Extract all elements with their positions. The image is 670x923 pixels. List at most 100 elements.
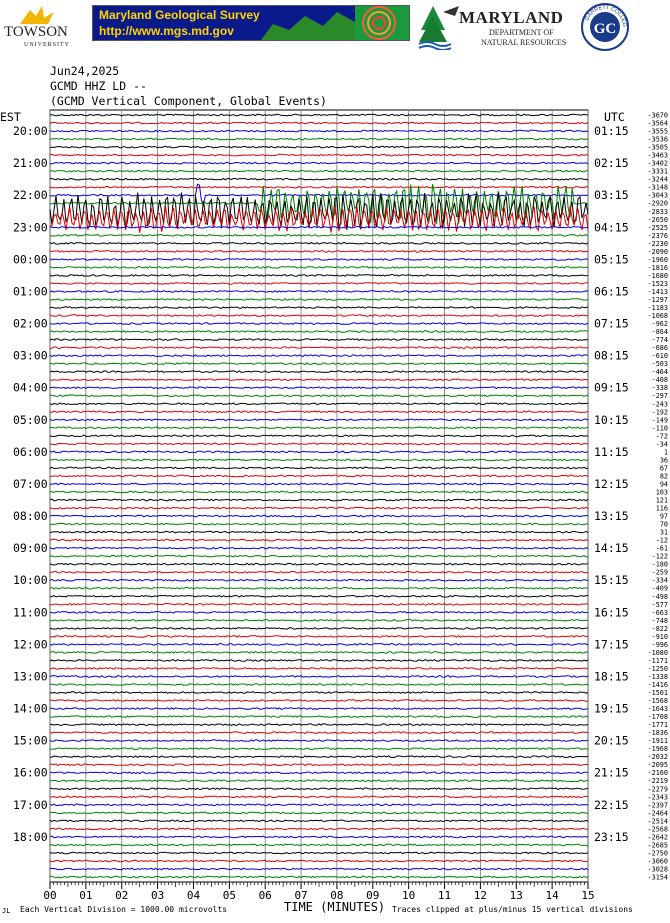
est-hour-label: 12:00 xyxy=(13,637,48,651)
seismic-trace xyxy=(49,290,589,293)
trace-offset-label: -1968 xyxy=(648,745,668,753)
seismic-trace xyxy=(49,651,589,654)
seismogram-plot: -3670-3564-3555-3536-3505-3463-3402-3331… xyxy=(13,109,668,902)
trace-offset-label: -3154 xyxy=(648,874,668,882)
utc-hour-label: 19:15 xyxy=(594,702,629,716)
x-tick-label: 15 xyxy=(581,889,594,902)
trace-offset-label: -1171 xyxy=(648,657,668,665)
trace-offset-label: -2095 xyxy=(648,761,668,769)
trace-offset-label: -3148 xyxy=(648,184,668,192)
trace-offset-label: -2279 xyxy=(648,785,668,793)
seismic-trace xyxy=(49,306,589,309)
seismic-trace xyxy=(49,851,589,855)
est-hour-label: 03:00 xyxy=(13,349,48,363)
trace-offset-label: -1816 xyxy=(648,264,668,272)
trace-offset-label: -2160 xyxy=(648,769,668,777)
trace-offset-label: -1068 xyxy=(648,312,668,320)
trace-offset-label: -3060 xyxy=(648,857,668,865)
seismic-trace xyxy=(49,763,589,767)
est-hour-label: 22:00 xyxy=(13,188,48,202)
seismic-trace xyxy=(49,250,589,253)
seismic-trace xyxy=(49,169,589,173)
seismic-trace xyxy=(49,554,588,558)
seismic-trace xyxy=(49,298,589,301)
seismic-trace xyxy=(49,659,589,662)
est-hour-label: 17:00 xyxy=(13,798,48,812)
seismic-trace xyxy=(49,402,589,406)
seismic-trace xyxy=(49,739,589,743)
trace-offset-label: -962 xyxy=(652,320,668,328)
trace-offset-label: -663 xyxy=(652,609,668,617)
seismic-trace xyxy=(49,225,589,229)
trace-offset-label: -61 xyxy=(656,545,668,553)
utc-hour-label: 08:15 xyxy=(594,349,629,363)
corner-mark: JL xyxy=(2,907,11,915)
seismic-trace xyxy=(49,691,589,694)
seismic-trace xyxy=(49,354,589,357)
seismic-trace xyxy=(49,514,589,518)
est-hour-label: 01:00 xyxy=(13,284,48,298)
trace-offset-label: -334 xyxy=(652,577,668,585)
trace-offset-label: -72 xyxy=(656,432,668,440)
trace-offset-label: -243 xyxy=(652,400,668,408)
utc-hour-label: 15:15 xyxy=(594,573,629,587)
seismic-trace xyxy=(49,474,589,478)
trace-offset-label: -2525 xyxy=(648,224,668,232)
trace-offset-label: -1250 xyxy=(648,665,668,673)
seismic-trace xyxy=(49,498,589,502)
seismic-trace xyxy=(49,819,589,823)
seismic-trace xyxy=(49,185,589,189)
trace-offset-label: -1297 xyxy=(648,296,668,304)
utc-hour-label: 22:15 xyxy=(594,798,629,812)
trace-offset-label: -2032 xyxy=(648,753,668,761)
seismic-trace xyxy=(49,466,589,470)
trace-offset-label: 1 xyxy=(664,448,668,456)
trace-offset-label: -1080 xyxy=(648,649,668,657)
trace-offset-label: -1413 xyxy=(648,288,668,296)
utc-hour-label: 10:15 xyxy=(594,413,629,427)
trace-offset-label: 116 xyxy=(656,505,668,513)
seismic-trace xyxy=(49,731,589,734)
trace-offset-label: -498 xyxy=(652,593,668,601)
est-hour-label: 21:00 xyxy=(13,156,48,170)
trace-offset-label: 97 xyxy=(660,513,668,521)
trace-offset-label: -297 xyxy=(652,392,668,400)
trace-offset-label: -2090 xyxy=(648,248,668,256)
seismic-trace xyxy=(49,434,589,438)
trace-offset-label: -996 xyxy=(652,641,668,649)
seismic-trace xyxy=(49,578,589,582)
seismic-trace xyxy=(49,450,589,454)
seismic-trace xyxy=(50,875,589,879)
seismic-trace xyxy=(49,370,589,374)
trace-offset-label: -3463 xyxy=(648,152,668,160)
x-axis-label: TIME (MINUTES) xyxy=(284,900,386,914)
trace-offset-label: -2514 xyxy=(648,817,668,825)
x-tick-label: 04 xyxy=(187,889,201,902)
utc-hour-label: 20:15 xyxy=(594,734,629,748)
seismic-trace xyxy=(49,835,589,839)
trace-offset-label: -110 xyxy=(652,424,668,432)
seismic-trace xyxy=(49,562,589,566)
seismic-trace xyxy=(49,394,589,398)
trace-offset-label: -610 xyxy=(652,352,668,360)
seismic-trace xyxy=(49,610,589,614)
trace-offset-label: -3331 xyxy=(648,168,668,176)
trace-offset-label: -910 xyxy=(652,633,668,641)
seismic-trace xyxy=(49,314,589,317)
seismic-trace xyxy=(49,795,588,799)
seismic-trace xyxy=(49,538,589,542)
seismic-trace xyxy=(49,121,589,125)
seismic-trace xyxy=(49,594,589,598)
seismic-trace xyxy=(49,859,589,863)
trace-offset-label: -3564 xyxy=(648,120,668,128)
est-hour-label: 20:00 xyxy=(13,124,48,138)
utc-hour-label: 21:15 xyxy=(594,766,629,780)
seismic-trace xyxy=(50,755,589,759)
trace-offset-label: 67 xyxy=(660,464,668,472)
est-hour-label: 09:00 xyxy=(13,541,48,555)
seismic-trace xyxy=(49,723,589,726)
x-tick-label: 01 xyxy=(79,889,92,902)
trace-offset-label: -1836 xyxy=(648,729,668,737)
seismic-trace xyxy=(49,618,589,622)
seismic-trace xyxy=(49,161,589,165)
